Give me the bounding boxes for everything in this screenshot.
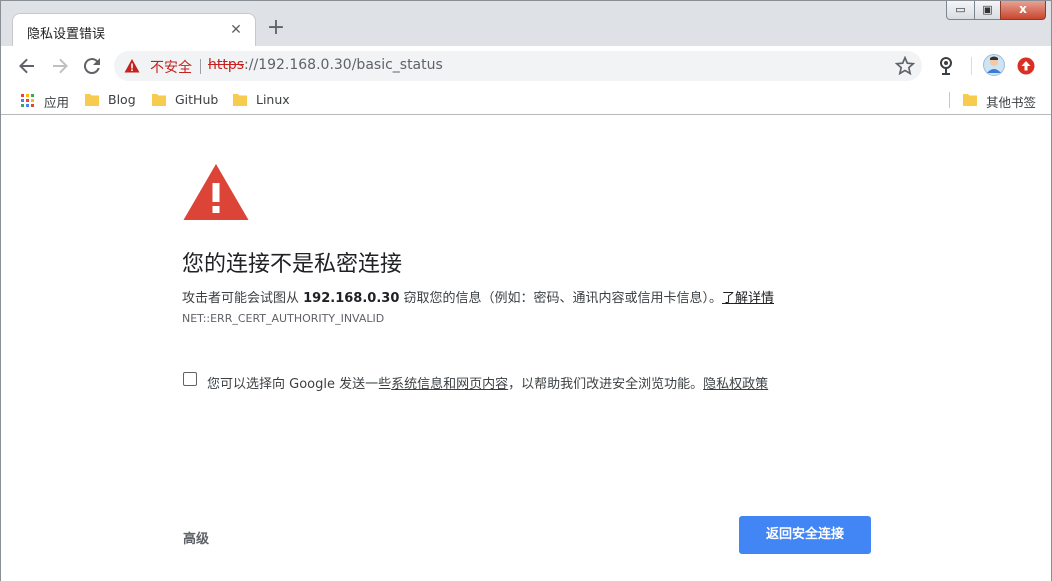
forward-arrow-icon[interactable]	[48, 54, 72, 78]
new-tab-button[interactable]: +	[265, 17, 287, 39]
bookmark-label: 其他书签	[986, 95, 1037, 110]
folder-icon	[85, 94, 99, 106]
url-scheme: https	[208, 57, 245, 73]
bookmarks-bar: 应用 Blog GitHub Linux 其他书签	[1, 86, 1051, 115]
bookmark-label: Blog	[108, 92, 136, 107]
page-title: 您的连接不是私密连接	[182, 252, 403, 277]
description-prefix: 攻击者可能会试图从	[182, 291, 304, 306]
omnibox-divider	[200, 59, 201, 74]
tab-close-icon[interactable]: ✕	[227, 21, 245, 39]
folder-icon	[963, 94, 977, 106]
update-arrow-icon[interactable]	[1017, 57, 1035, 75]
profile-avatar[interactable]	[983, 54, 1005, 76]
back-arrow-icon[interactable]	[15, 54, 39, 78]
bookmark-label: Linux	[256, 92, 290, 107]
bookmark-label: GitHub	[175, 92, 219, 107]
description-suffix: 窃取您的信息（例如：密码、通讯内容或信用卡信息）。	[399, 291, 723, 306]
bookmark-folder-other[interactable]: 其他书签	[963, 90, 1043, 110]
reload-icon[interactable]	[80, 54, 104, 78]
learn-more-link[interactable]: 了解详情	[722, 291, 774, 306]
close-icon: x	[1019, 2, 1027, 16]
maximize-icon: ▣	[982, 3, 993, 16]
warning-triangle-icon	[183, 164, 249, 220]
bookmarks-divider	[949, 92, 950, 108]
system-info-link[interactable]: 系统信息和网页内容	[391, 377, 508, 392]
bookmark-folder-blog[interactable]: Blog	[85, 90, 141, 110]
back-to-safety-button[interactable]: 返回安全连接	[739, 516, 871, 554]
interstitial-page: 您的连接不是私密连接 攻击者可能会试图从 192.168.0.30 窃取您的信息…	[1, 115, 1051, 581]
error-description: 攻击者可能会试图从 192.168.0.30 窃取您的信息（例如：密码、通讯内容…	[182, 287, 774, 306]
toolbar-divider	[971, 57, 972, 75]
bookmark-folder-linux[interactable]: Linux	[233, 90, 293, 110]
tab-active[interactable]: 隐私设置错误 ✕	[13, 14, 255, 46]
tab-strip: 隐私设置错误 ✕ + ▭ ▣ x	[1, 1, 1051, 46]
tab-title: 隐私设置错误	[27, 27, 106, 42]
optin-prefix: 您可以选择向 Google 发送一些	[207, 377, 392, 392]
apps-grid-icon	[21, 94, 34, 107]
bookmark-label: 应用	[44, 95, 70, 110]
maximize-button[interactable]: ▣	[974, 1, 1001, 20]
folder-icon	[233, 94, 247, 106]
bookmark-star-icon[interactable]	[895, 56, 915, 76]
browser-window: 隐私设置错误 ✕ + ▭ ▣ x 不安全 https://192.168.0.3…	[0, 0, 1052, 581]
bookmark-apps[interactable]: 应用	[21, 90, 81, 110]
folder-icon	[152, 94, 166, 106]
extension-icon[interactable]	[937, 56, 957, 76]
error-code: NET::ERR_CERT_AUTHORITY_INVALID	[182, 312, 385, 325]
url-text[interactable]: https://192.168.0.30/basic_status	[208, 57, 443, 73]
not-secure-label[interactable]: 不安全	[150, 57, 192, 77]
minimize-icon: ▭	[955, 3, 966, 16]
safe-browsing-optin-text: 您可以选择向 Google 发送一些系统信息和网页内容，以帮助我们改进安全浏览功…	[207, 373, 768, 392]
close-window-button[interactable]: x	[1000, 1, 1046, 20]
optin-middle: ，以帮助我们改进安全浏览功能。	[508, 377, 704, 392]
host-name: 192.168.0.30	[303, 291, 400, 306]
not-secure-warning-icon[interactable]	[124, 58, 140, 74]
safe-browsing-report-checkbox[interactable]	[183, 372, 197, 386]
bookmark-folder-github[interactable]: GitHub	[152, 90, 224, 110]
url-host-path: ://192.168.0.30/basic_status	[244, 57, 443, 73]
toolbar: 不安全 https://192.168.0.30/basic_status	[1, 46, 1051, 86]
advanced-button[interactable]: 高级	[183, 528, 209, 547]
privacy-policy-link[interactable]: 隐私权政策	[703, 377, 768, 392]
address-bar[interactable]: 不安全 https://192.168.0.30/basic_status	[114, 51, 922, 81]
minimize-button[interactable]: ▭	[946, 1, 975, 20]
